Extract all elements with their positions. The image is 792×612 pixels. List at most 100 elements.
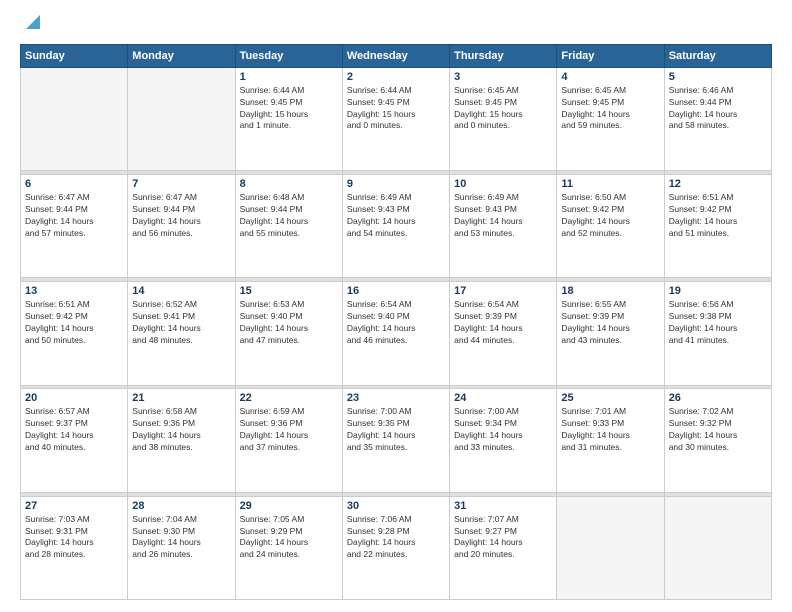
logo-icon — [22, 11, 44, 33]
day-info: Sunrise: 7:06 AM Sunset: 9:28 PM Dayligh… — [347, 514, 445, 562]
calendar-header-sunday: Sunday — [21, 44, 128, 67]
calendar-cell: 30 Sunrise: 7:06 AM Sunset: 9:28 PM Dayli… — [342, 496, 449, 599]
calendar-cell: 14 Sunrise: 6:52 AM Sunset: 9:41 PM Dayli… — [128, 282, 235, 385]
calendar-cell: 3Sunrise: 6:45 AM Sunset: 9:45 PM Daylig… — [450, 67, 557, 170]
calendar-cell: 22 Sunrise: 6:59 AM Sunset: 9:36 PM Dayli… — [235, 389, 342, 492]
calendar-week-5: 27 Sunrise: 7:03 AM Sunset: 9:31 PM Dayli… — [21, 496, 772, 599]
day-info: Sunrise: 6:48 AM Sunset: 9:44 PM Dayligh… — [240, 192, 338, 240]
day-number: 14 — [132, 285, 230, 297]
calendar-cell: 15 Sunrise: 6:53 AM Sunset: 9:40 PM Dayli… — [235, 282, 342, 385]
day-info: Sunrise: 6:54 AM Sunset: 9:39 PM Dayligh… — [454, 299, 552, 347]
calendar-cell — [664, 496, 771, 599]
day-number: 28 — [132, 500, 230, 512]
calendar-cell — [128, 67, 235, 170]
calendar-cell: 29 Sunrise: 7:05 AM Sunset: 9:29 PM Dayli… — [235, 496, 342, 599]
calendar-week-4: 20 Sunrise: 6:57 AM Sunset: 9:37 PM Dayli… — [21, 389, 772, 492]
day-info: Sunrise: 6:49 AM Sunset: 9:43 PM Dayligh… — [347, 192, 445, 240]
calendar-cell: 20 Sunrise: 6:57 AM Sunset: 9:37 PM Dayli… — [21, 389, 128, 492]
calendar-header-thursday: Thursday — [450, 44, 557, 67]
day-info: Sunrise: 6:55 AM Sunset: 9:39 PM Dayligh… — [561, 299, 659, 347]
calendar-cell: 1 Sunrise: 6:44 AM Sunset: 9:45 PM Daylig… — [235, 67, 342, 170]
day-info: Sunrise: 6:56 AM Sunset: 9:38 PM Dayligh… — [669, 299, 767, 347]
day-number: 25 — [561, 392, 659, 404]
calendar-cell: 11 Sunrise: 6:50 AM Sunset: 9:42 PM Dayli… — [557, 175, 664, 278]
calendar-cell: 27 Sunrise: 7:03 AM Sunset: 9:31 PM Dayli… — [21, 496, 128, 599]
calendar-cell: 21 Sunrise: 6:58 AM Sunset: 9:36 PM Dayli… — [128, 389, 235, 492]
day-info: Sunrise: 7:02 AM Sunset: 9:32 PM Dayligh… — [669, 406, 767, 454]
calendar-cell: 24Sunrise: 7:00 AM Sunset: 9:34 PM Dayli… — [450, 389, 557, 492]
day-number: 29 — [240, 500, 338, 512]
calendar-cell: 17 Sunrise: 6:54 AM Sunset: 9:39 PM Dayli… — [450, 282, 557, 385]
calendar-cell: 19Sunrise: 6:56 AM Sunset: 9:38 PM Dayli… — [664, 282, 771, 385]
calendar-cell: 2 Sunrise: 6:44 AM Sunset: 9:45 PM Daylig… — [342, 67, 449, 170]
day-number: 27 — [25, 500, 123, 512]
day-info: Sunrise: 6:47 AM Sunset: 9:44 PM Dayligh… — [132, 192, 230, 240]
day-info: Sunrise: 6:59 AM Sunset: 9:36 PM Dayligh… — [240, 406, 338, 454]
day-number: 17 — [454, 285, 552, 297]
calendar-cell: 9 Sunrise: 6:49 AM Sunset: 9:43 PM Daylig… — [342, 175, 449, 278]
day-info: Sunrise: 6:52 AM Sunset: 9:41 PM Dayligh… — [132, 299, 230, 347]
day-number: 13 — [25, 285, 123, 297]
day-info: Sunrise: 6:51 AM Sunset: 9:42 PM Dayligh… — [25, 299, 123, 347]
calendar-cell: 18 Sunrise: 6:55 AM Sunset: 9:39 PM Dayli… — [557, 282, 664, 385]
calendar-week-2: 6 Sunrise: 6:47 AM Sunset: 9:44 PM Daylig… — [21, 175, 772, 278]
day-number: 20 — [25, 392, 123, 404]
day-number: 10 — [454, 178, 552, 190]
day-info: Sunrise: 6:44 AM Sunset: 9:45 PM Dayligh… — [240, 85, 338, 133]
day-number: 8 — [240, 178, 338, 190]
calendar-header-monday: Monday — [128, 44, 235, 67]
page: SundayMondayTuesdayWednesdayThursdayFrid… — [0, 0, 792, 612]
day-info: Sunrise: 7:05 AM Sunset: 9:29 PM Dayligh… — [240, 514, 338, 562]
calendar-header-wednesday: Wednesday — [342, 44, 449, 67]
day-info: Sunrise: 6:53 AM Sunset: 9:40 PM Dayligh… — [240, 299, 338, 347]
calendar-cell: 6 Sunrise: 6:47 AM Sunset: 9:44 PM Daylig… — [21, 175, 128, 278]
calendar-week-1: 1 Sunrise: 6:44 AM Sunset: 9:45 PM Daylig… — [21, 67, 772, 170]
day-number: 15 — [240, 285, 338, 297]
calendar-cell — [21, 67, 128, 170]
day-number: 30 — [347, 500, 445, 512]
day-number: 1 — [240, 71, 338, 83]
day-info: Sunrise: 6:46 AM Sunset: 9:44 PM Dayligh… — [669, 85, 767, 133]
header — [20, 16, 772, 36]
day-number: 4 — [561, 71, 659, 83]
day-number: 9 — [347, 178, 445, 190]
calendar-header-tuesday: Tuesday — [235, 44, 342, 67]
day-number: 11 — [561, 178, 659, 190]
calendar-header-row: SundayMondayTuesdayWednesdayThursdayFrid… — [21, 44, 772, 67]
day-info: Sunrise: 7:03 AM Sunset: 9:31 PM Dayligh… — [25, 514, 123, 562]
day-info: Sunrise: 6:51 AM Sunset: 9:42 PM Dayligh… — [669, 192, 767, 240]
day-info: Sunrise: 6:47 AM Sunset: 9:44 PM Dayligh… — [25, 192, 123, 240]
day-info: Sunrise: 7:01 AM Sunset: 9:33 PM Dayligh… — [561, 406, 659, 454]
day-info: Sunrise: 7:07 AM Sunset: 9:27 PM Dayligh… — [454, 514, 552, 562]
day-number: 22 — [240, 392, 338, 404]
calendar-cell: 5 Sunrise: 6:46 AM Sunset: 9:44 PM Daylig… — [664, 67, 771, 170]
day-number: 3 — [454, 71, 552, 83]
day-info: Sunrise: 6:54 AM Sunset: 9:40 PM Dayligh… — [347, 299, 445, 347]
day-info: Sunrise: 6:44 AM Sunset: 9:45 PM Dayligh… — [347, 85, 445, 133]
day-number: 18 — [561, 285, 659, 297]
day-number: 2 — [347, 71, 445, 83]
day-info: Sunrise: 6:49 AM Sunset: 9:43 PM Dayligh… — [454, 192, 552, 240]
day-info: Sunrise: 6:58 AM Sunset: 9:36 PM Dayligh… — [132, 406, 230, 454]
calendar-cell: 31 Sunrise: 7:07 AM Sunset: 9:27 PM Dayli… — [450, 496, 557, 599]
calendar-cell: 23Sunrise: 7:00 AM Sunset: 9:35 PM Dayli… — [342, 389, 449, 492]
calendar-cell: 7Sunrise: 6:47 AM Sunset: 9:44 PM Daylig… — [128, 175, 235, 278]
day-info: Sunrise: 7:00 AM Sunset: 9:34 PM Dayligh… — [454, 406, 552, 454]
day-number: 21 — [132, 392, 230, 404]
calendar-cell: 10 Sunrise: 6:49 AM Sunset: 9:43 PM Dayli… — [450, 175, 557, 278]
day-info: Sunrise: 7:00 AM Sunset: 9:35 PM Dayligh… — [347, 406, 445, 454]
calendar-cell: 25 Sunrise: 7:01 AM Sunset: 9:33 PM Dayli… — [557, 389, 664, 492]
day-number: 6 — [25, 178, 123, 190]
day-info: Sunrise: 6:50 AM Sunset: 9:42 PM Dayligh… — [561, 192, 659, 240]
calendar-cell: 28 Sunrise: 7:04 AM Sunset: 9:30 PM Dayli… — [128, 496, 235, 599]
day-info: Sunrise: 7:04 AM Sunset: 9:30 PM Dayligh… — [132, 514, 230, 562]
day-number: 5 — [669, 71, 767, 83]
calendar-week-3: 13 Sunrise: 6:51 AM Sunset: 9:42 PM Dayli… — [21, 282, 772, 385]
day-number: 12 — [669, 178, 767, 190]
calendar-cell: 4Sunrise: 6:45 AM Sunset: 9:45 PM Daylig… — [557, 67, 664, 170]
calendar-cell: 16Sunrise: 6:54 AM Sunset: 9:40 PM Dayli… — [342, 282, 449, 385]
day-number: 31 — [454, 500, 552, 512]
day-info: Sunrise: 6:57 AM Sunset: 9:37 PM Dayligh… — [25, 406, 123, 454]
calendar-cell: 26Sunrise: 7:02 AM Sunset: 9:32 PM Dayli… — [664, 389, 771, 492]
calendar-header-saturday: Saturday — [664, 44, 771, 67]
